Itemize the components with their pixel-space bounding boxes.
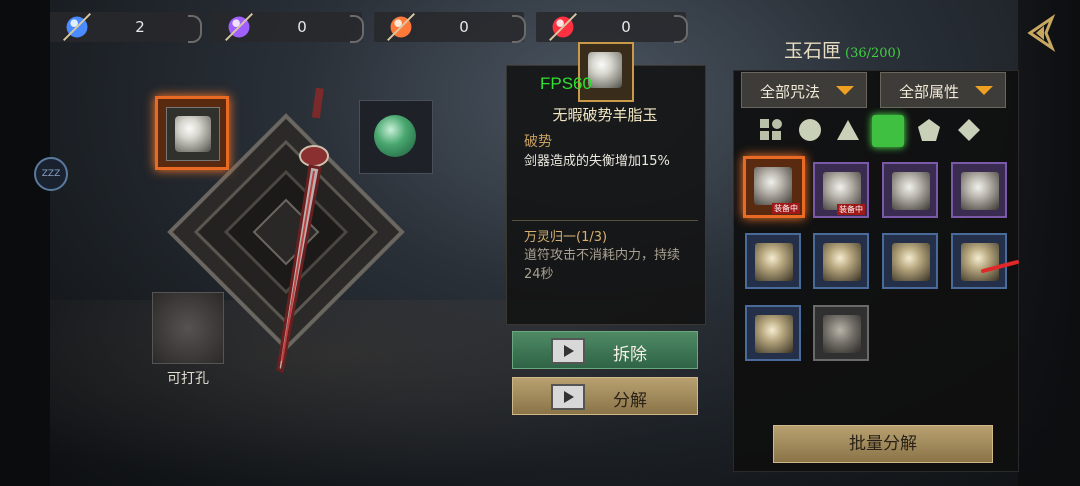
attribute-filter-label: 全部属性 bbox=[899, 83, 960, 101]
inventory-gem-slot[interactable] bbox=[951, 162, 1007, 218]
set-bonus-description: 道符攻击不消耗内力，持续24秒 bbox=[524, 248, 681, 282]
video-ad-icon bbox=[551, 384, 585, 410]
back-arrow-icon[interactable] bbox=[1022, 14, 1060, 52]
currency-red: 0 bbox=[536, 12, 688, 43]
inventory-gem-slot[interactable] bbox=[882, 162, 938, 218]
inventory-gem-slot[interactable] bbox=[813, 305, 869, 361]
equipped-tag: 装备中 bbox=[837, 204, 865, 215]
attribute-description: 剑器造成的失衡增加15% bbox=[524, 154, 670, 169]
currency-purple-value: 0 bbox=[297, 18, 307, 36]
white-jade-gem-icon bbox=[175, 116, 211, 152]
attribute-filter-dropdown[interactable]: 全部属性 bbox=[880, 72, 1006, 108]
inventory-gem-slot[interactable] bbox=[813, 233, 869, 289]
decompose-button-label: 分解 bbox=[613, 391, 647, 411]
filter-diamond-icon[interactable] bbox=[956, 117, 982, 143]
currency-blue: 2 bbox=[50, 12, 202, 43]
remove-button-label: 拆除 bbox=[613, 345, 647, 365]
inventory-gem-slot[interactable] bbox=[745, 233, 801, 289]
currency-purple: 0 bbox=[212, 12, 364, 43]
currency-blue-value: 2 bbox=[135, 18, 145, 36]
red-crystal-icon bbox=[549, 13, 577, 41]
slot-inner bbox=[166, 107, 220, 161]
inventory-gem-slot[interactable] bbox=[882, 233, 938, 289]
sword-icon bbox=[276, 87, 329, 374]
divider bbox=[512, 220, 698, 221]
spell-filter-dropdown[interactable]: 全部咒法 bbox=[741, 72, 867, 108]
hook-decor bbox=[512, 15, 526, 43]
green-jade-gem-icon bbox=[374, 115, 416, 157]
blue-crystal-icon bbox=[63, 13, 91, 41]
white-jade-gem-icon bbox=[754, 167, 792, 205]
purple-crystal-icon bbox=[225, 13, 253, 41]
hook-decor bbox=[350, 15, 364, 43]
yellow-jade-gem-icon bbox=[892, 243, 930, 281]
secondary-gem-slot[interactable] bbox=[359, 100, 433, 174]
white-jade-gem-icon bbox=[892, 172, 930, 210]
video-ad-icon bbox=[551, 338, 585, 364]
hook-decor bbox=[188, 15, 202, 43]
currency-orange-value: 0 bbox=[459, 18, 469, 36]
equipped-gem-slot[interactable] bbox=[155, 96, 229, 170]
spell-filter-label: 全部咒法 bbox=[760, 83, 821, 101]
filter-pentagon-icon[interactable] bbox=[916, 117, 942, 143]
inventory-gem-slot[interactable] bbox=[951, 233, 1019, 289]
set-bonus-title: 万灵归一(1/3) bbox=[524, 230, 608, 245]
inventory-count: (36/200) bbox=[845, 46, 901, 61]
red-swipe-mark bbox=[981, 260, 1019, 273]
inventory-title: 玉石匣 (36/200) bbox=[784, 36, 901, 63]
empty-socket-slot[interactable] bbox=[152, 292, 224, 364]
chevron-down-icon bbox=[836, 86, 854, 95]
attribute-title: 破势 bbox=[524, 134, 552, 150]
inventory-gem-slot[interactable]: 装备中 bbox=[743, 156, 805, 218]
bulk-decompose-button[interactable]: 批量分解 bbox=[773, 425, 993, 463]
white-jade-gem-icon bbox=[588, 52, 622, 88]
right-black-bar bbox=[1018, 0, 1080, 486]
filter-circle-icon[interactable] bbox=[797, 117, 823, 143]
hook-decor bbox=[674, 15, 688, 43]
chevron-down-icon bbox=[975, 86, 993, 95]
inventory-title-text: 玉石匣 bbox=[784, 40, 842, 62]
yellow-jade-gem-icon bbox=[755, 243, 793, 281]
decompose-button[interactable]: 分解 bbox=[512, 377, 698, 415]
inventory-gem-slot[interactable]: 装备中 bbox=[813, 162, 869, 218]
inventory-gem-slot[interactable] bbox=[745, 305, 801, 361]
filter-triangle-icon[interactable] bbox=[835, 117, 861, 143]
filter-square-icon[interactable] bbox=[872, 115, 904, 147]
gem-name: 无暇破势羊脂玉 bbox=[552, 106, 658, 124]
gray-jade-gem-icon bbox=[823, 315, 861, 353]
left-black-bar bbox=[0, 0, 50, 486]
currency-red-value: 0 bbox=[621, 18, 631, 36]
orange-crystal-icon bbox=[387, 13, 415, 41]
yellow-jade-gem-icon bbox=[823, 243, 861, 281]
socket-label: 可打孔 bbox=[167, 371, 209, 387]
fps-counter: FPS60 bbox=[540, 74, 592, 93]
yellow-jade-gem-icon bbox=[755, 315, 793, 353]
remove-button[interactable]: 拆除 bbox=[512, 331, 698, 369]
white-jade-gem-icon bbox=[961, 172, 999, 210]
equipped-tag: 装备中 bbox=[772, 203, 800, 214]
filter-all-shapes-icon[interactable] bbox=[758, 117, 784, 143]
sleep-mode-button[interactable]: ZZZ bbox=[34, 157, 68, 191]
currency-orange: 0 bbox=[374, 12, 526, 43]
